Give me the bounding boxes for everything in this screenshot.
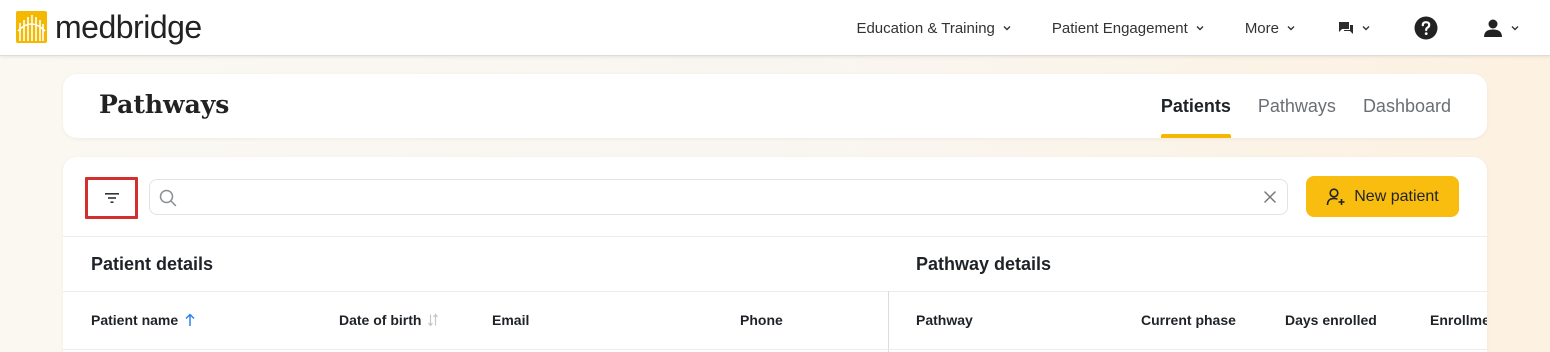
search-box	[149, 179, 1288, 215]
page-header: Pathways Patients Pathways Dashboard	[63, 74, 1487, 138]
nav-more[interactable]: More	[1245, 0, 1296, 56]
header-row-divider	[63, 349, 1487, 350]
chevron-down-icon	[1196, 26, 1204, 31]
help-icon	[1414, 16, 1438, 40]
filter-icon	[104, 193, 119, 203]
medbridge-logo[interactable]: medbridge	[16, 11, 202, 43]
column-group-divider	[888, 291, 889, 352]
help-button[interactable]	[1414, 0, 1438, 56]
column-header-date-of-birth[interactable]: Date of birth	[339, 312, 439, 328]
nav-item-label: Education & Training	[856, 19, 995, 37]
new-patient-button[interactable]: New patient	[1306, 176, 1459, 217]
patients-panel: New patient Patient details Pathway deta…	[63, 157, 1487, 352]
medbridge-logo-icon	[16, 11, 47, 43]
patient-details-heading: Patient details	[91, 254, 214, 274]
add-user-icon	[1326, 187, 1345, 205]
tab-patients[interactable]: Patients	[1160, 74, 1231, 138]
chevron-down-icon	[1287, 26, 1295, 31]
nav-item-label: More	[1244, 19, 1279, 37]
tab-pathways[interactable]: Pathways	[1258, 74, 1336, 138]
column-header-patient-name[interactable]: Patient name	[91, 312, 196, 328]
main-nav: Education & Training Patient Engagement …	[856, 0, 1520, 56]
top-navigation-bar: medbridge Education & Training Patient E…	[0, 0, 1550, 56]
account-menu[interactable]	[1483, 0, 1520, 56]
new-patient-label: New patient	[1354, 187, 1439, 205]
chat-icon	[1339, 22, 1353, 34]
chevron-down-icon	[1511, 26, 1519, 31]
toolbar-divider	[63, 236, 1487, 237]
chevron-down-icon	[1362, 26, 1370, 31]
user-icon	[1484, 19, 1502, 37]
column-label: Patient name	[91, 312, 179, 328]
sort-icon	[428, 313, 439, 327]
section-divider	[63, 291, 1487, 292]
nav-item-label: Patient Engagement	[1051, 19, 1188, 37]
search-icon	[159, 189, 177, 207]
column-header-phone[interactable]: Phone	[740, 312, 783, 328]
nav-education-training[interactable]: Education & Training	[856, 0, 1011, 56]
search-input[interactable]	[186, 180, 1246, 214]
nav-patient-engagement[interactable]: Patient Engagement	[1052, 0, 1205, 56]
column-header-email[interactable]: Email	[492, 312, 529, 328]
column-header-current-phase[interactable]: Current phase	[1141, 312, 1236, 328]
nav-messages[interactable]	[1338, 0, 1371, 56]
column-header-pathway[interactable]: Pathway	[916, 312, 973, 328]
column-header-days-enrolled[interactable]: Days enrolled	[1285, 312, 1377, 328]
brand-name: medbridge	[55, 9, 202, 45]
column-header-enrollment[interactable]: Enrollme	[1430, 312, 1487, 328]
clear-search-icon[interactable]	[1263, 190, 1277, 204]
sort-ascending-icon	[185, 313, 195, 326]
tab-dashboard[interactable]: Dashboard	[1363, 74, 1451, 138]
pathway-details-heading: Pathway details	[916, 254, 1052, 274]
page-tabs: Patients Pathways Dashboard	[1160, 74, 1451, 138]
column-label: Date of birth	[339, 312, 422, 328]
page-title: Pathways	[99, 90, 230, 119]
chevron-down-icon	[1003, 26, 1011, 31]
filter-button[interactable]	[85, 177, 138, 219]
